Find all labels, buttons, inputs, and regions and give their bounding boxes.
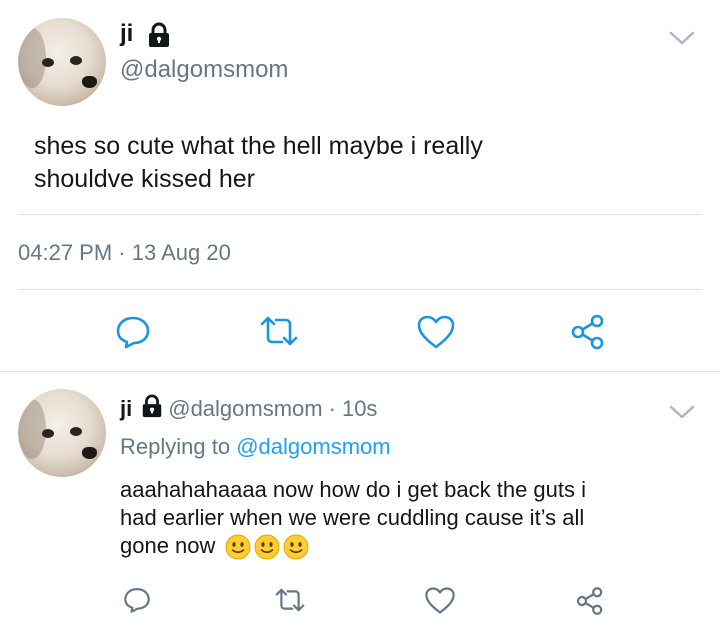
like-icon[interactable] xyxy=(424,586,456,615)
reply-text: aaahahahaaaa now how do i get back the g… xyxy=(120,476,700,560)
divider xyxy=(18,214,702,215)
avatar-shade xyxy=(18,28,46,88)
tweet-text: shes so cute what the hell maybe i reall… xyxy=(34,130,694,196)
smiling-face-emoji xyxy=(254,534,280,560)
avatar[interactable] xyxy=(18,18,106,106)
avatar-shade xyxy=(18,399,46,459)
time-separator: · xyxy=(328,396,336,421)
lock-icon xyxy=(140,394,164,424)
share-icon[interactable] xyxy=(568,312,608,352)
tweet-timestamp[interactable]: 04:27 PM · 13 Aug 20 xyxy=(18,240,231,266)
tweet-text-line: shes so cute what the hell maybe i reall… xyxy=(34,132,483,160)
like-icon[interactable] xyxy=(416,314,456,350)
chevron-down-icon[interactable] xyxy=(668,28,696,48)
reply-text-line: aaahahahaaaa now how do i get back the g… xyxy=(120,477,587,502)
chevron-down-icon[interactable] xyxy=(668,402,696,422)
avatar-nose xyxy=(82,447,97,459)
author-name[interactable]: ji xyxy=(120,20,133,48)
retweet-icon[interactable] xyxy=(272,586,308,614)
divider xyxy=(18,289,702,290)
smiling-face-emoji xyxy=(225,534,251,560)
reply-text-last: gone now xyxy=(120,532,700,560)
tweet-time[interactable]: 10s xyxy=(342,396,377,422)
author-name[interactable]: ji xyxy=(120,396,132,422)
smiling-face-emoji xyxy=(283,534,309,560)
reply-icon[interactable] xyxy=(122,586,152,614)
reply-text-line: had earlier when we were cuddling cause … xyxy=(120,505,585,530)
reply-text-line: gone now xyxy=(120,533,216,558)
avatar-eye xyxy=(70,56,82,65)
author-handle[interactable]: @dalgomsmom xyxy=(168,396,322,422)
retweet-icon[interactable] xyxy=(256,314,302,348)
share-icon[interactable] xyxy=(574,585,606,617)
author-handle[interactable]: @dalgomsmom xyxy=(120,56,288,84)
emoji-row xyxy=(222,533,309,560)
replying-to-label: Replying to xyxy=(120,434,231,459)
replying-to: Replying to @dalgomsmom xyxy=(120,434,391,460)
divider xyxy=(0,371,720,372)
reply-icon[interactable] xyxy=(114,314,152,350)
avatar-eye xyxy=(42,58,54,67)
reply-header: ji @dalgomsmom · 10s xyxy=(120,394,377,424)
tweet-text-line: shouldve kissed her xyxy=(34,165,255,193)
avatar[interactable] xyxy=(18,389,106,477)
avatar-nose xyxy=(82,76,97,88)
avatar-eye xyxy=(70,427,82,436)
replying-to-handle[interactable]: @dalgomsmom xyxy=(236,434,390,459)
lock-icon xyxy=(146,22,172,53)
avatar-eye xyxy=(42,429,54,438)
